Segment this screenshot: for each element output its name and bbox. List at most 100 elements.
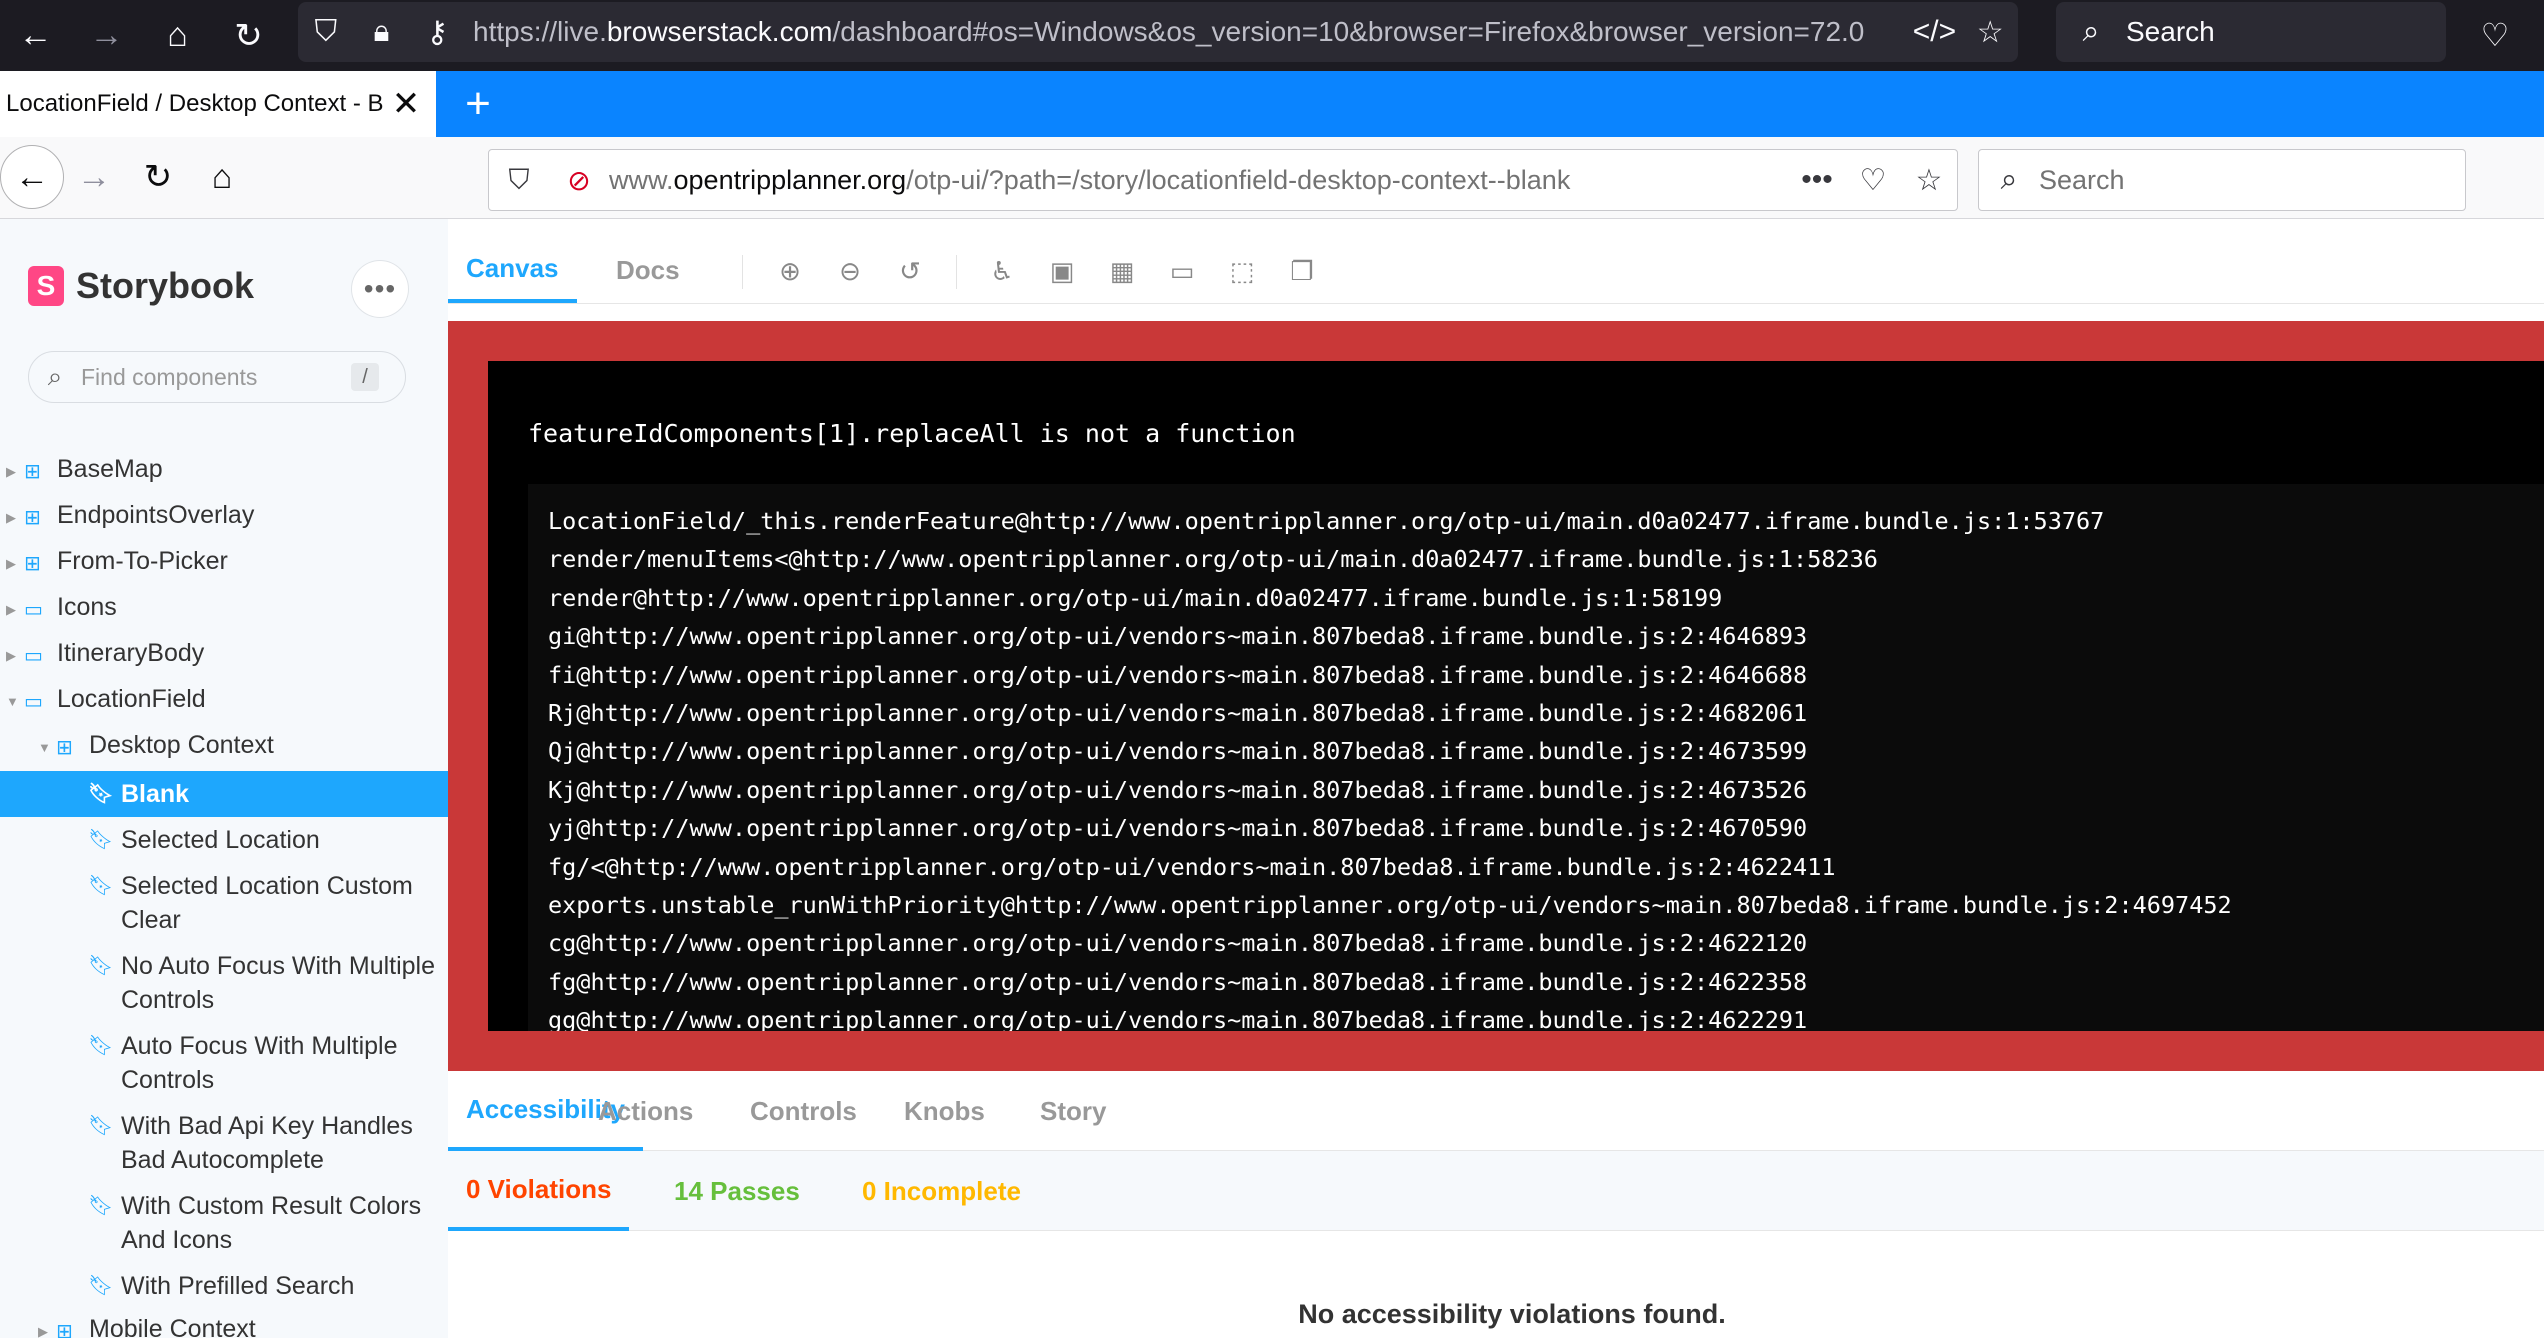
host-reload-button[interactable]: ↻ xyxy=(213,0,284,71)
sidebar-item-blank[interactable]: 🔖︎ Blank xyxy=(0,771,448,817)
sidebar-item-desktop-context[interactable]: ▼ ⊞ Desktop Context xyxy=(0,725,448,771)
tab-knobs[interactable]: Knobs xyxy=(896,1071,993,1151)
new-tab-button[interactable]: + xyxy=(448,71,508,137)
chevron-right-icon: ▶ xyxy=(38,1324,48,1338)
host-browser-toolbar: ← → ⌂ ↻ ⛉ 🔒︎ ⚷ https://live.browserstack… xyxy=(0,0,2544,71)
stack-trace-line: cg@http://www.opentripplanner.org/otp-ui… xyxy=(548,929,1808,958)
sidebar-item-from-to-picker[interactable]: ▶ ⊞ From-To-Picker xyxy=(0,541,448,587)
sidebar-item-label: ItineraryBody xyxy=(57,639,205,667)
stack-trace-line: LocationField/_this.renderFeature@http:/… xyxy=(548,507,2105,535)
host-url-bar[interactable]: ⛉ 🔒︎ ⚷ https://live.browserstack.com/das… xyxy=(298,2,2018,62)
tab-story[interactable]: Story xyxy=(1032,1071,1114,1151)
key-icon[interactable]: ⚷ xyxy=(409,15,465,50)
sidebar-item-label: No Auto Focus With Multiple Controls xyxy=(121,952,436,1014)
shield-icon[interactable]: ⛉ xyxy=(489,164,549,197)
sidebar-item-mobile-context[interactable]: ▶ ⊞ Mobile Context xyxy=(0,1309,448,1338)
viewport-icon[interactable]: ❐ xyxy=(1280,249,1324,293)
star-icon[interactable]: ☆ xyxy=(1901,163,1957,198)
sidebar-item-basemap[interactable]: ▶ ⊞ BaseMap xyxy=(0,449,448,495)
grid-icon[interactable]: ▦ xyxy=(1100,249,1144,293)
accessibility-result-tabs: 0 Violations 14 Passes 0 Incomplete xyxy=(448,1151,2544,1231)
host-search-box[interactable]: ⌕ Search xyxy=(2056,2,2446,62)
host-back-button[interactable]: ← xyxy=(0,0,71,71)
ruler-icon[interactable]: ▭ xyxy=(1160,249,1204,293)
tab-actions[interactable]: Actions xyxy=(590,1071,701,1151)
toolbar-divider xyxy=(742,255,743,289)
tab-controls[interactable]: Controls xyxy=(742,1071,865,1151)
canvas-toolbar: Canvas Docs ⊕ ⊖ ↺ ♿︎ ▣ ▦ ▭ ⬚ ❐ xyxy=(448,237,2544,303)
sidebar-item-icons[interactable]: ▶ ▭ Icons xyxy=(0,587,448,633)
tab-passes[interactable]: 14 Passes xyxy=(666,1151,808,1231)
outline-icon[interactable]: ⬚ xyxy=(1220,249,1264,293)
zoom-reset-icon[interactable]: ↺ xyxy=(888,249,932,293)
stack-trace-line: gg@http://www.opentripplanner.org/otp-ui… xyxy=(548,1006,1808,1031)
remote-tab-strip: LocationField / Desktop Context - B ✕ + xyxy=(0,71,2544,137)
accessibility-icon[interactable]: ♿︎ xyxy=(980,249,1024,293)
storybook-brand[interactable]: S Storybook xyxy=(28,265,254,307)
remote-reload-button[interactable]: ↻ xyxy=(130,149,186,205)
close-icon[interactable]: ✕ xyxy=(386,84,426,124)
stack-trace-line: exports.unstable_runWithPriority@http://… xyxy=(548,891,2232,920)
sidebar-item-auto-focus-with-multiple-controls[interactable]: 🔖︎ Auto Focus With Multiple Controls xyxy=(0,1023,448,1103)
zoom-in-icon[interactable]: ⊕ xyxy=(768,249,812,293)
remote-forward-button[interactable]: → xyxy=(66,149,122,205)
remote-back-button[interactable]: ← xyxy=(0,145,64,209)
star-icon[interactable]: ☆ xyxy=(1962,15,2018,50)
sidebar-menu-button[interactable]: ••• xyxy=(352,261,408,317)
arrow-right-icon: → xyxy=(77,157,111,196)
stack-trace-line: Qj@http://www.opentripplanner.org/otp-ui… xyxy=(548,737,1808,766)
search-icon: ⌕ xyxy=(47,361,63,391)
pocket-icon[interactable]: ♡ xyxy=(1845,163,1901,198)
tab-incomplete[interactable]: 0 Incomplete xyxy=(854,1151,1029,1231)
tab-violations[interactable]: 0 Violations xyxy=(448,1151,630,1231)
host-url-text[interactable]: https://live.browserstack.com/dashboard#… xyxy=(465,16,1907,48)
insecure-lock-icon[interactable]: ⊘ xyxy=(549,164,609,197)
zoom-out-icon[interactable]: ⊖ xyxy=(828,249,872,293)
more-actions-icon[interactable]: ••• xyxy=(1789,163,1845,197)
sidebar-item-with-custom-result-colors-and-icons[interactable]: 🔖︎ With Custom Result Colors And Icons xyxy=(0,1183,448,1263)
error-message: featureIdComponents[1].replaceAll is not… xyxy=(528,419,1296,448)
sidebar-item-label: With Bad Api Key Handles Bad Autocomplet… xyxy=(121,1112,413,1174)
arrow-right-icon: → xyxy=(89,16,124,54)
sidebar-item-with-prefilled-search[interactable]: 🔖︎ With Prefilled Search xyxy=(0,1263,448,1309)
host-forward-button[interactable]: → xyxy=(71,0,142,71)
remote-url-bar[interactable]: ⛉ ⊘ www.opentripplanner.org/otp-ui/?path… xyxy=(488,149,1958,211)
tab-docs[interactable]: Docs xyxy=(608,237,688,303)
shield-icon[interactable]: ⛉ xyxy=(298,15,354,49)
background-image-icon[interactable]: ▣ xyxy=(1040,249,1084,293)
sidebar-item-itinerarybody[interactable]: ▶ ▭ ItineraryBody xyxy=(0,633,448,679)
sidebar-item-locationfield[interactable]: ▼ ▭ LocationField xyxy=(0,679,448,725)
bookmark-icon: 🔖︎ xyxy=(88,783,114,805)
tab-canvas[interactable]: Canvas xyxy=(448,237,577,303)
host-search-placeholder: Search xyxy=(2126,16,2215,47)
chevron-right-icon: ▶ xyxy=(6,648,16,663)
sidebar-item-endpointsoverlay[interactable]: ▶ ⊞ EndpointsOverlay xyxy=(0,495,448,541)
sidebar-item-label: With Prefilled Search xyxy=(121,1272,355,1300)
sidebar-item-label: Icons xyxy=(57,593,117,621)
sidebar-item-no-auto-focus-with-multiple-controls[interactable]: 🔖︎ No Auto Focus With Multiple Controls xyxy=(0,943,448,1023)
pocket-icon[interactable]: ♡ xyxy=(2465,10,2525,60)
sidebar-item-with-bad-api-key-handles-bad-autocomplete[interactable]: 🔖︎ With Bad Api Key Handles Bad Autocompl… xyxy=(0,1103,448,1183)
remote-search-box[interactable]: ⌕ Search xyxy=(1978,149,2466,211)
remote-tab[interactable]: LocationField / Desktop Context - B ✕ xyxy=(0,71,436,137)
addons-panel: Accessibility Actions Controls Knobs Sto… xyxy=(448,1071,2544,1338)
component-icon: ⊞ xyxy=(24,461,41,483)
search-icon: ⌕ xyxy=(2000,163,2018,196)
remote-home-button[interactable]: ⌂ xyxy=(194,149,250,205)
code-icon[interactable]: </> xyxy=(1907,15,1963,49)
sidebar-item-selected-location[interactable]: 🔖︎ Selected Location xyxy=(0,817,448,863)
arrow-left-icon: ← xyxy=(15,157,49,196)
chevron-right-icon: ▶ xyxy=(6,556,16,571)
stack-trace-line: fg@http://www.opentripplanner.org/otp-ui… xyxy=(548,967,1808,996)
remote-url-text[interactable]: www.opentripplanner.org/otp-ui/?path=/st… xyxy=(609,165,1789,196)
host-home-button[interactable]: ⌂ xyxy=(142,0,213,71)
home-icon: ⌂ xyxy=(211,157,233,196)
sidebar-item-selected-location-custom-clear[interactable]: 🔖︎ Selected Location Custom Clear xyxy=(0,863,448,943)
stack-trace-line: Rj@http://www.opentripplanner.org/otp-ui… xyxy=(548,699,1808,728)
sidebar-item-label: From-To-Picker xyxy=(57,547,228,575)
plus-icon: + xyxy=(465,79,491,128)
bookmark-icon: 🔖︎ xyxy=(88,955,114,977)
bookmark-icon: 🔖︎ xyxy=(88,1115,114,1137)
find-components-search[interactable]: ⌕ Find components / xyxy=(28,351,406,403)
lock-icon[interactable]: 🔒︎ xyxy=(354,15,410,49)
